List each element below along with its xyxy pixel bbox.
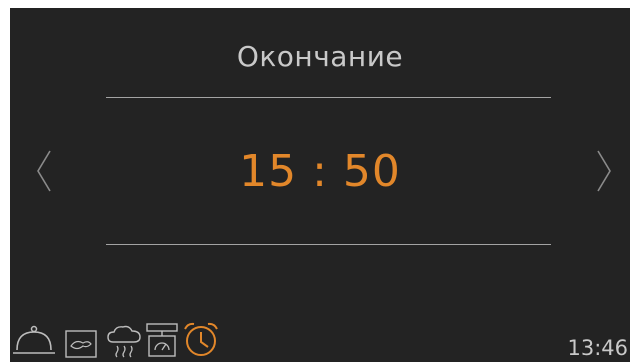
display-panel: Окончание 15 : 50 13:46: [10, 8, 630, 362]
cloche-icon[interactable]: [12, 324, 56, 358]
function-bar: 13:46: [10, 318, 630, 362]
steam-cloud-icon[interactable]: [105, 324, 143, 358]
oven-icon[interactable]: [65, 330, 97, 358]
top-divider: [106, 97, 551, 98]
bottom-divider: [106, 244, 551, 245]
current-time: 13:46: [567, 336, 628, 360]
scale-icon[interactable]: [144, 322, 180, 358]
oven-display: Окончание 15 : 50 13:46: [0, 0, 630, 362]
chevron-right-icon[interactable]: [594, 148, 614, 194]
alarm-clock-icon[interactable]: [182, 320, 220, 358]
end-time-value[interactable]: 15 : 50: [10, 146, 630, 197]
screen-title: Окончание: [236, 40, 404, 73]
